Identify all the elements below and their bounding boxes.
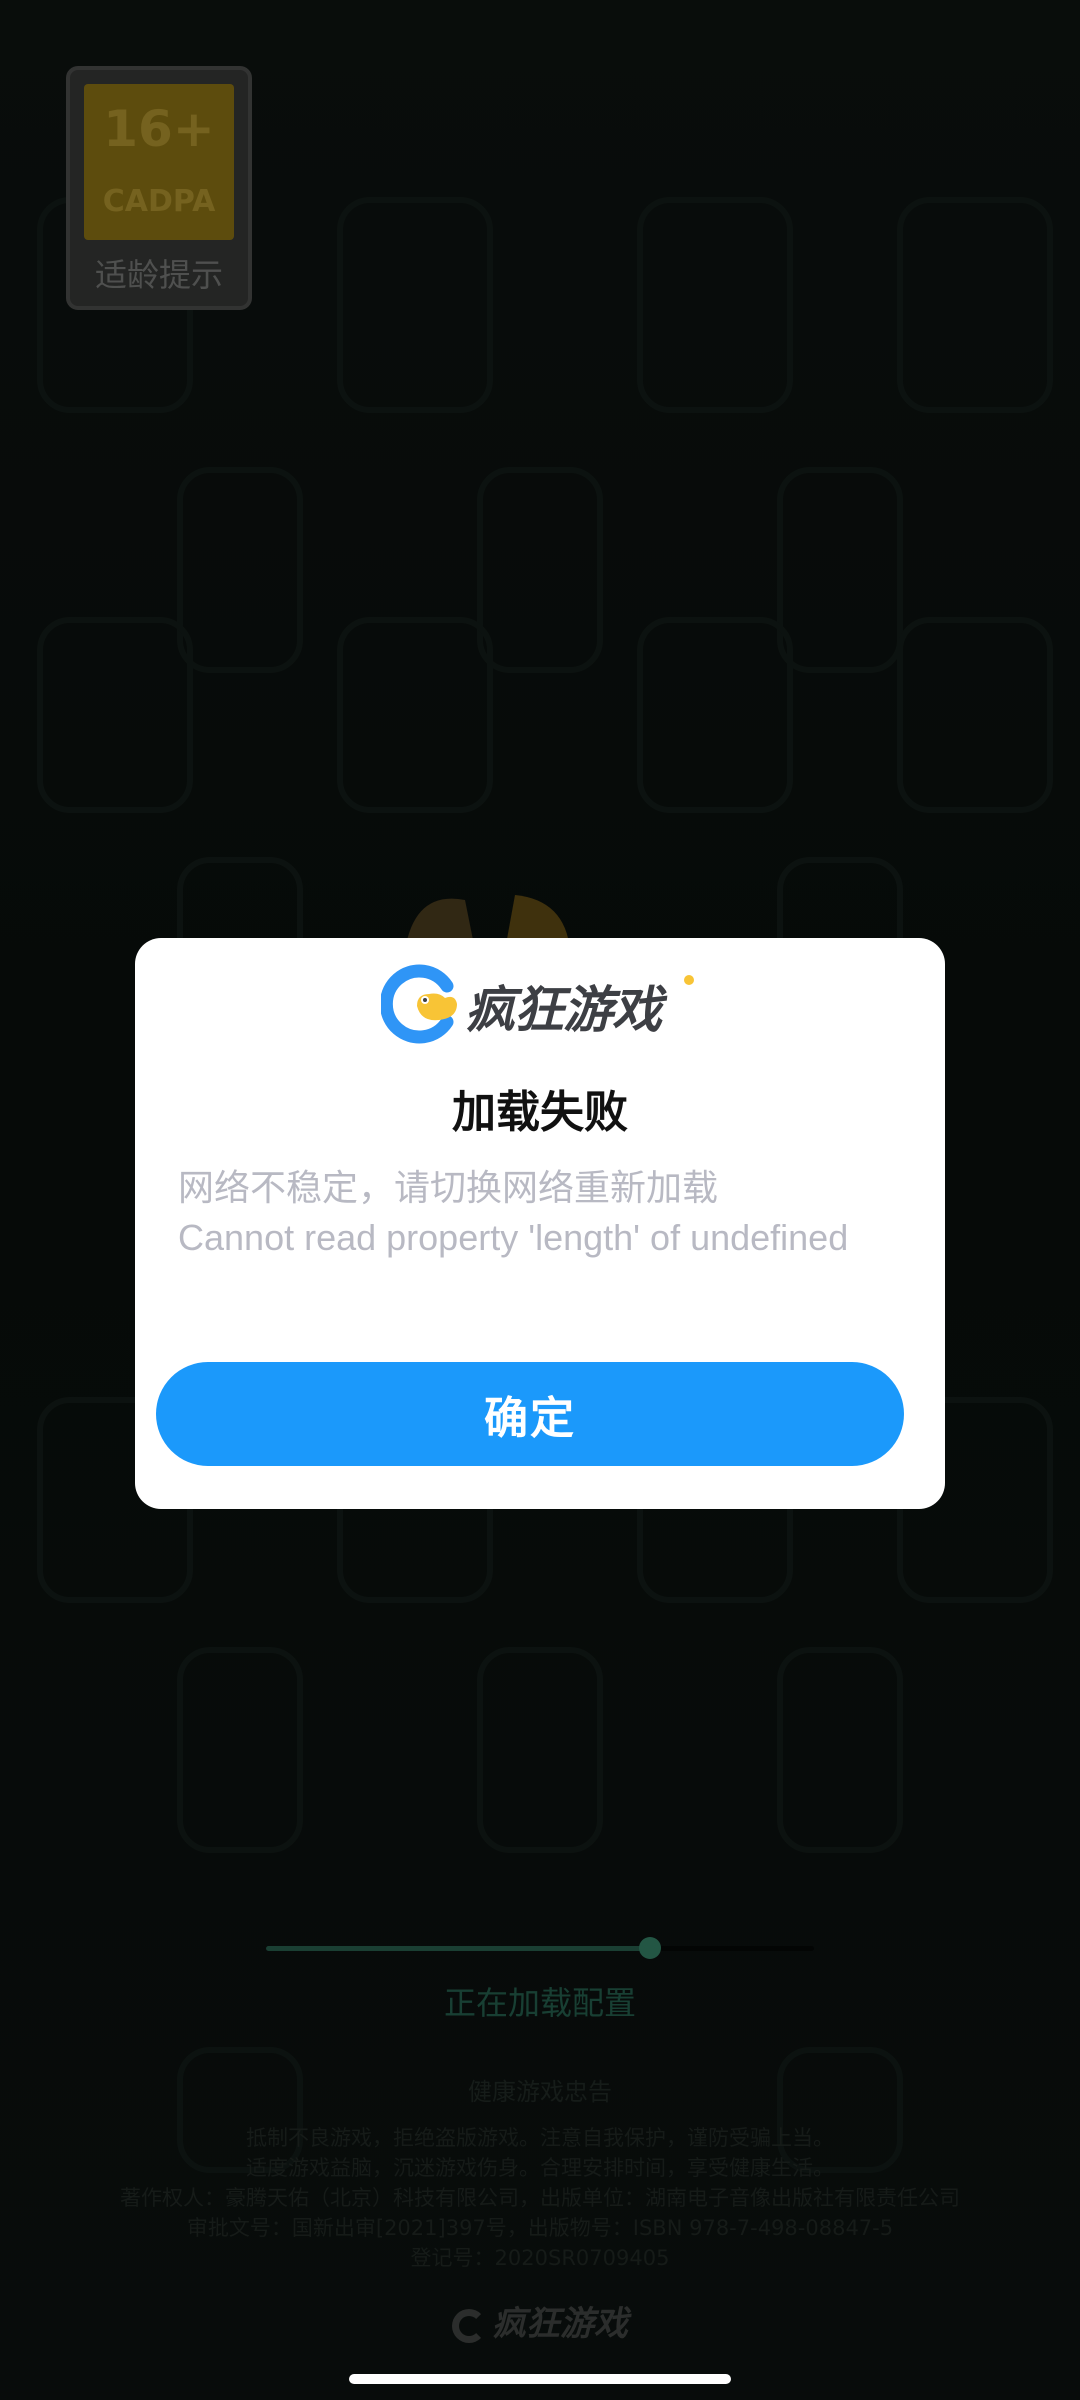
confirm-button[interactable]: 确定 [156, 1362, 904, 1466]
dialog-title: 加载失败 [452, 1087, 628, 1138]
dialog-error-line: Cannot read property 'length' of undefin… [178, 1217, 849, 1258]
crazy-games-c-logo-icon [381, 964, 457, 1044]
logo-dot-icon [684, 975, 694, 985]
dialog-brand-logo: 疯狂游戏 [381, 964, 701, 1044]
dialog-brand-name: 疯狂游戏 [465, 981, 662, 1039]
dialog-message: 网络不稳定，请切换网络重新加载 Cannot read property 'le… [178, 1163, 918, 1263]
load-failed-dialog: 疯狂游戏 加载失败 网络不稳定，请切换网络重新加载 Cannot read pr… [135, 938, 945, 1509]
dialog-message-line: 网络不稳定，请切换网络重新加载 [178, 1167, 719, 1208]
home-indicator[interactable] [349, 2374, 731, 2384]
